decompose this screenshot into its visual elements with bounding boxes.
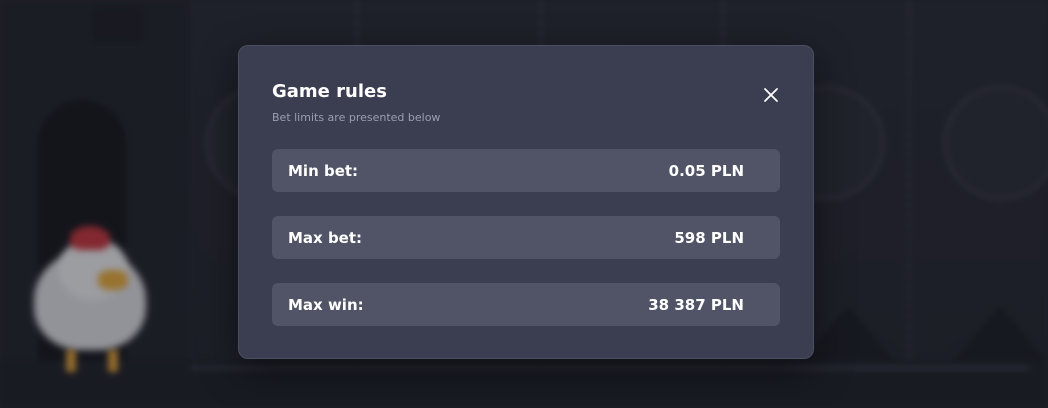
max-win-value: 38 387 PLN [648, 295, 744, 314]
min-bet-value: 0.05 PLN [668, 161, 744, 180]
max-bet-row: Max bet: 598 PLN [272, 216, 780, 259]
dialog-title: Game rules [272, 81, 387, 102]
min-bet-label: Min bet: [288, 161, 359, 180]
dialog-subtitle: Bet limits are presented below [272, 111, 441, 124]
close-icon [764, 88, 778, 102]
max-bet-label: Max bet: [288, 228, 363, 247]
game-rules-dialog: Game rules Bet limits are presented belo… [238, 45, 814, 359]
close-button[interactable] [757, 81, 785, 109]
max-bet-value: 598 PLN [674, 228, 744, 247]
min-bet-row: Min bet: 0.05 PLN [272, 149, 780, 192]
max-win-label: Max win: [288, 295, 364, 314]
max-win-row: Max win: 38 387 PLN [272, 283, 780, 326]
